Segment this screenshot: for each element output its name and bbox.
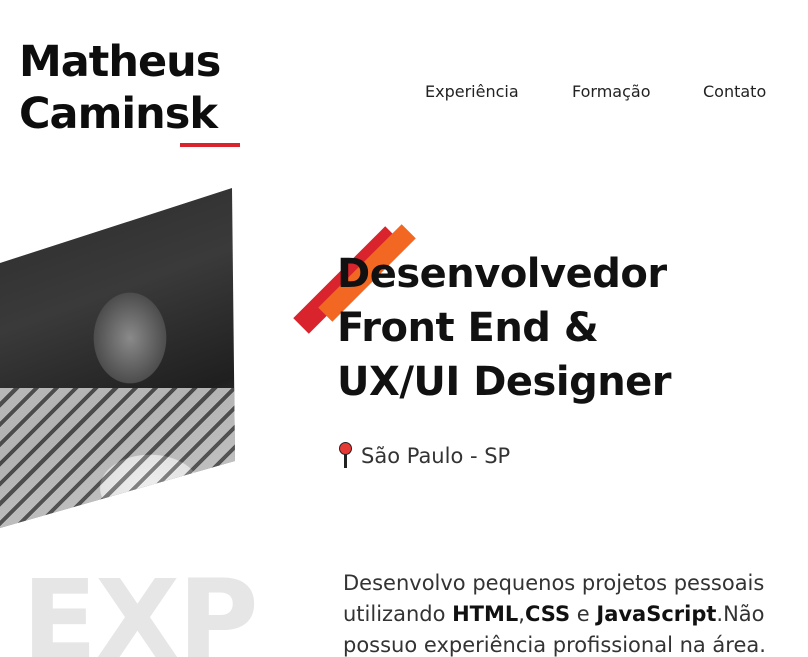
profile-photo: [0, 188, 235, 528]
tech-css: CSS: [524, 602, 571, 626]
headline-line-1: Desenvolvedor: [337, 251, 667, 297]
logo-underline: [180, 143, 240, 147]
desc-line-3: possuo experiência profissional na área.: [343, 633, 766, 657]
desc-line-1: Desenvolvo pequenos projetos pessoais: [343, 571, 765, 595]
section-watermark: EXP: [22, 556, 259, 657]
tech-html: HTML: [452, 602, 519, 626]
hero-headline: Desenvolvedor Front End & UX/UI Designer: [337, 247, 672, 409]
headline-line-2: Front End &: [337, 305, 599, 351]
location: São Paulo - SP: [337, 441, 510, 471]
desc-sep: e: [570, 602, 597, 626]
headline-line-3: UX/UI Designer: [337, 359, 672, 405]
nav-link-experiencia[interactable]: Experiência: [425, 82, 519, 101]
desc-text: utilizando: [343, 602, 453, 626]
desc-sep: ,: [518, 602, 525, 626]
location-text: São Paulo - SP: [361, 444, 511, 468]
photo-shirt-pattern: [0, 388, 235, 528]
portfolio-page: Matheus Caminsk Experiência Formação Con…: [0, 0, 808, 657]
desc-line-2: utilizando HTML,CSS e JavaScript.Não: [343, 599, 793, 630]
logo-first-name: Matheus: [19, 37, 221, 87]
tech-javascript: JavaScript: [596, 602, 717, 626]
main-nav: Experiência Formação Contato: [0, 82, 808, 106]
desc-text: .Não: [716, 602, 765, 626]
map-pin-icon: [337, 442, 355, 470]
nav-link-contato[interactable]: Contato: [703, 82, 766, 101]
experience-description: Desenvolvo pequenos projetos pessoais ut…: [343, 568, 793, 657]
nav-link-formacao[interactable]: Formação: [572, 82, 651, 101]
